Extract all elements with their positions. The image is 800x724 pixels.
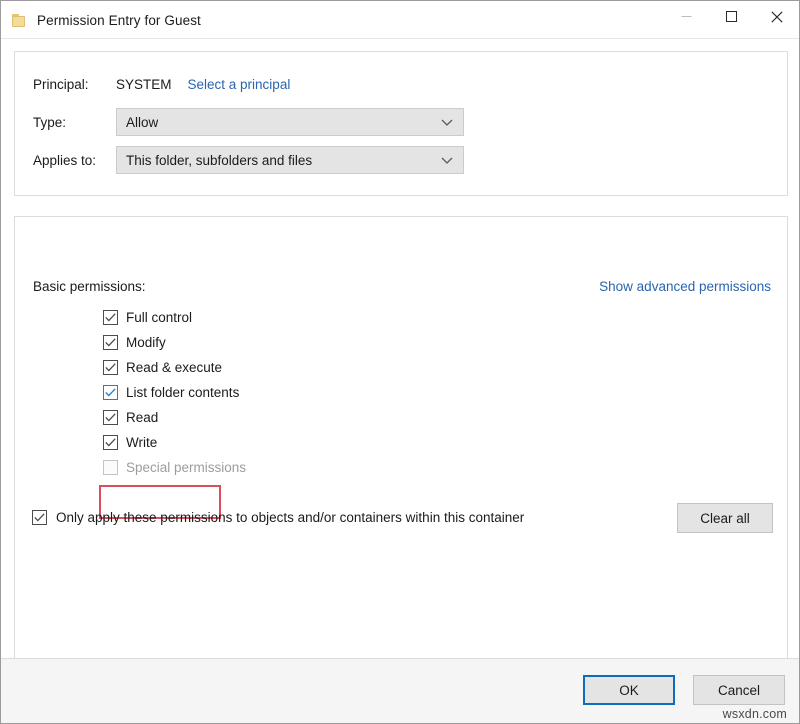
check-icon xyxy=(105,438,116,447)
applies-to-row: Applies to: This folder, subfolders and … xyxy=(33,146,464,174)
permission-item[interactable]: Modify xyxy=(103,330,663,355)
minimize-icon xyxy=(681,11,692,22)
folder-icon xyxy=(12,14,27,27)
permission-label: Full control xyxy=(126,310,192,325)
check-icon xyxy=(105,413,116,422)
dialog-body: Principal: SYSTEM Select a principal Typ… xyxy=(1,39,799,658)
minimize-button[interactable] xyxy=(664,1,709,32)
permission-checkbox[interactable] xyxy=(103,310,118,325)
permission-label: List folder contents xyxy=(126,385,239,400)
check-icon xyxy=(105,313,116,322)
only-apply-checkbox[interactable] xyxy=(32,510,47,525)
applies-to-dropdown-value: This folder, subfolders and files xyxy=(117,153,312,168)
type-dropdown-value: Allow xyxy=(117,115,158,130)
permission-checkbox[interactable] xyxy=(103,360,118,375)
close-icon xyxy=(771,11,783,23)
basic-permissions-label: Basic permissions: xyxy=(33,279,146,294)
chevron-down-icon xyxy=(441,115,453,130)
principal-label: Principal: xyxy=(33,77,116,92)
type-label: Type: xyxy=(33,115,116,130)
principal-group-panel: Principal: SYSTEM Select a principal Typ… xyxy=(14,51,788,196)
cancel-button[interactable]: Cancel xyxy=(693,675,785,705)
maximize-button[interactable] xyxy=(709,1,754,32)
show-advanced-permissions-link[interactable]: Show advanced permissions xyxy=(599,279,771,294)
applies-to-dropdown[interactable]: This folder, subfolders and files xyxy=(116,146,464,174)
permission-checkbox[interactable] xyxy=(103,335,118,350)
title-bar-left: Permission Entry for Guest xyxy=(1,13,664,28)
select-a-principal-link[interactable]: Select a principal xyxy=(188,77,291,92)
permission-checkbox[interactable] xyxy=(103,435,118,450)
check-icon xyxy=(105,338,116,347)
only-apply-row[interactable]: Only apply these permissions to objects … xyxy=(32,510,524,525)
permission-label: Read & execute xyxy=(126,360,222,375)
applies-to-label: Applies to: xyxy=(33,153,116,168)
permission-label: Special permissions xyxy=(126,460,246,475)
permissions-checkbox-list: Full control Modify Read & execute List fol… xyxy=(103,305,663,480)
permissions-group-panel: Basic permissions: Show advanced permiss… xyxy=(14,216,788,686)
window-title: Permission Entry for Guest xyxy=(37,13,201,28)
permission-item[interactable]: Full control xyxy=(103,305,663,330)
permission-item: Special permissions xyxy=(103,455,663,480)
chevron-down-icon xyxy=(441,153,453,168)
permission-item[interactable]: Read xyxy=(103,405,663,430)
permission-label: Read xyxy=(126,410,158,425)
window-controls xyxy=(664,1,799,39)
type-dropdown[interactable]: Allow xyxy=(116,108,464,136)
principal-row: Principal: SYSTEM Select a principal xyxy=(33,70,290,98)
permission-entry-dialog: Permission Entry for Guest xyxy=(0,0,800,724)
maximize-icon xyxy=(726,11,737,22)
only-apply-label: Only apply these permissions to objects … xyxy=(56,510,524,525)
permission-item[interactable]: List folder contents xyxy=(103,380,663,405)
permission-checkbox[interactable] xyxy=(103,385,118,400)
permission-item[interactable]: Write xyxy=(103,430,663,455)
permission-label: Write xyxy=(126,435,157,450)
principal-value: SYSTEM xyxy=(116,77,172,92)
dialog-footer: OK Cancel wsxdn.com xyxy=(1,658,799,723)
close-button[interactable] xyxy=(754,1,799,32)
check-icon xyxy=(105,388,116,397)
watermark: wsxdn.com xyxy=(723,707,787,721)
permission-label: Modify xyxy=(126,335,166,350)
permission-checkbox[interactable] xyxy=(103,410,118,425)
type-row: Type: Allow xyxy=(33,108,464,136)
permission-checkbox xyxy=(103,460,118,475)
permission-item[interactable]: Read & execute xyxy=(103,355,663,380)
ok-button[interactable]: OK xyxy=(583,675,675,705)
clear-all-button[interactable]: Clear all xyxy=(677,503,773,533)
check-icon xyxy=(105,363,116,372)
title-bar: Permission Entry for Guest xyxy=(1,1,799,39)
check-icon xyxy=(34,513,45,522)
